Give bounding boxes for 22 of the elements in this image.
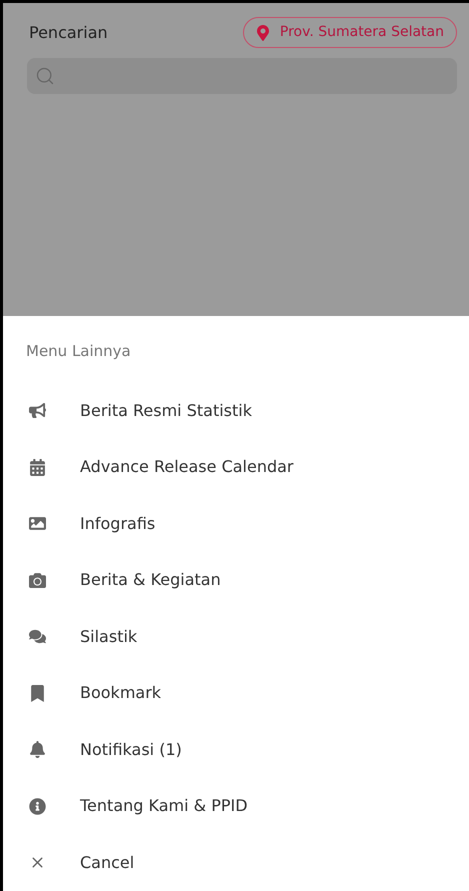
menu-title: Menu Lainnya	[25, 341, 132, 362]
calendar-icon	[28, 458, 46, 476]
chat-bubbles-icon	[28, 628, 46, 646]
menu-item[interactable]: Advance Release Calendar	[3, 439, 469, 496]
bookmark-icon	[28, 684, 46, 702]
menu-item[interactable]: Tentang Kami & PPID	[3, 778, 469, 834]
menu-item[interactable]: Berita & Kegiatan	[3, 552, 469, 608]
location-pin-icon	[256, 24, 270, 40]
menu-item[interactable]: Berita Resmi Statistik	[3, 382, 469, 439]
menu-item[interactable]: Infografis	[3, 496, 469, 552]
camera-icon	[28, 572, 46, 589]
megaphone-icon	[28, 402, 46, 420]
info-icon	[28, 798, 46, 815]
search-field[interactable]	[27, 58, 457, 94]
menu-item[interactable]: Bookmark	[3, 665, 469, 722]
menu-item[interactable]: Cancel	[3, 834, 469, 891]
search-icon	[35, 66, 55, 86]
page-title: Pencarian	[29, 22, 108, 44]
menu-item[interactable]: Notifikasi (1)	[3, 722, 469, 778]
image-icon	[28, 515, 46, 532]
bell-icon	[28, 741, 46, 758]
menu-item[interactable]: Silastik	[3, 608, 469, 665]
